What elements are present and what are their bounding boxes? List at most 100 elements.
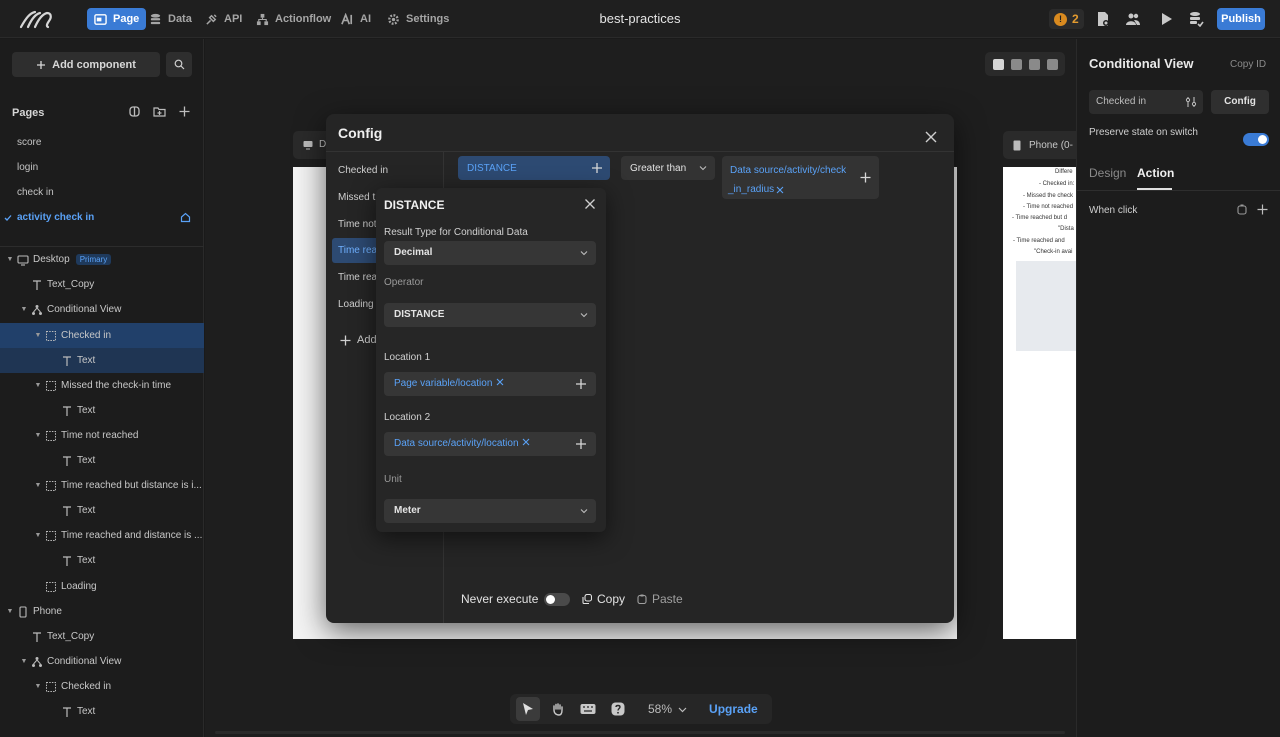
- never-execute-toggle[interactable]: [544, 592, 571, 606]
- close-icon[interactable]: [924, 130, 938, 144]
- tree-node-desktop[interactable]: ▼ Desktop Primary: [0, 247, 204, 272]
- page-item-check-in[interactable]: check in: [17, 187, 54, 198]
- tree-node-conditional-view[interactable]: ▼ Conditional View: [0, 649, 204, 674]
- tab-action[interactable]: Action: [1137, 166, 1174, 180]
- home-icon[interactable]: [180, 212, 191, 223]
- device-switcher[interactable]: [985, 52, 1065, 76]
- page-settings-icon[interactable]: [1095, 11, 1111, 27]
- plus-icon[interactable]: [575, 438, 587, 450]
- tree-node-text[interactable]: Text: [0, 699, 204, 724]
- desktop-view-icon[interactable]: [1010, 58, 1022, 70]
- caret-down-icon[interactable]: ▼: [20, 658, 28, 665]
- add-component-button[interactable]: Add component: [12, 52, 160, 77]
- tree-node-text-copy[interactable]: Text_Copy: [0, 624, 204, 649]
- upgrade-button[interactable]: Upgrade: [709, 702, 758, 716]
- tree-node-checked-in[interactable]: ▼ Checked in: [0, 674, 204, 699]
- copy-button[interactable]: Copy: [582, 592, 625, 606]
- keyboard-shortcuts[interactable]: [576, 697, 600, 721]
- plus-icon[interactable]: [860, 172, 871, 183]
- tree-node-text[interactable]: Text: [0, 548, 204, 573]
- tree-node-conditional-view[interactable]: ▼ Conditional View: [0, 297, 204, 322]
- publish-button[interactable]: Publish: [1217, 8, 1265, 30]
- tree-node-missed[interactable]: ▼ Missed the check-in time: [0, 373, 204, 398]
- add-condition-button[interactable]: Add: [340, 334, 377, 346]
- unit-select[interactable]: Meter: [384, 499, 596, 523]
- tree-node-phone[interactable]: ▼ Phone: [0, 599, 204, 624]
- warning-badge[interactable]: ! 2: [1049, 9, 1084, 29]
- caret-down-icon[interactable]: ▼: [34, 432, 42, 439]
- caret-down-icon[interactable]: ▼: [34, 382, 42, 389]
- nav-ai[interactable]: AI: [334, 8, 378, 30]
- page-layout-icon[interactable]: [128, 105, 141, 118]
- phone-frame-label[interactable]: Phone (0-: [1003, 131, 1083, 159]
- phone-frame[interactable]: Differe - Checked in: - Missed the check…: [1003, 167, 1076, 639]
- text-icon: [63, 405, 71, 416]
- location1-field[interactable]: Page variable/location: [384, 372, 596, 396]
- zoom-control[interactable]: 58%: [648, 702, 687, 716]
- help-button[interactable]: [606, 697, 630, 721]
- add-folder-icon[interactable]: [153, 105, 166, 118]
- caret-down-icon[interactable]: ▼: [34, 683, 42, 690]
- close-icon[interactable]: [584, 198, 596, 210]
- tree-node-text[interactable]: Text: [0, 398, 204, 423]
- page-item-login[interactable]: login: [17, 162, 38, 173]
- caret-down-icon[interactable]: ▼: [20, 306, 28, 313]
- tree-label: Text: [77, 555, 96, 566]
- state-select[interactable]: Checked in: [1089, 90, 1203, 114]
- nav-page[interactable]: Page: [87, 8, 147, 30]
- tree-node-time-reached-and[interactable]: ▼ Time reached and distance is ...: [0, 523, 204, 548]
- phone-view-icon[interactable]: [1046, 58, 1058, 70]
- remove-icon[interactable]: [496, 378, 504, 386]
- right-operand-pill[interactable]: Data source/activity/check _in_radius: [722, 156, 879, 199]
- tree-node-time-not-reached[interactable]: ▼ Time not reached: [0, 423, 204, 448]
- tree-node-text[interactable]: Text: [0, 448, 204, 473]
- page-item-score[interactable]: score: [17, 137, 41, 148]
- tree-label: Text_Copy: [47, 631, 95, 642]
- remove-icon[interactable]: [776, 186, 784, 194]
- location2-field[interactable]: Data source/activity/location: [384, 432, 596, 456]
- caret-down-icon[interactable]: ▼: [6, 608, 14, 615]
- nav-settings[interactable]: Settings: [380, 8, 456, 30]
- paste-icon[interactable]: [1237, 204, 1248, 215]
- remove-icon[interactable]: [522, 438, 530, 446]
- caret-down-icon[interactable]: ▼: [34, 482, 42, 489]
- operator-select[interactable]: DISTANCE: [384, 303, 596, 327]
- nav-data[interactable]: Data: [142, 8, 199, 30]
- caret-down-icon[interactable]: ▼: [34, 332, 42, 339]
- play-icon[interactable]: [1158, 11, 1174, 27]
- page-item-activity-check-in[interactable]: activity check in: [17, 212, 94, 223]
- tree-node-text[interactable]: Text: [0, 498, 204, 523]
- comparator-select[interactable]: Greater than: [621, 156, 715, 180]
- result-type-select[interactable]: Decimal: [384, 241, 596, 265]
- caret-down-icon[interactable]: ▼: [34, 532, 42, 539]
- tree-node-text-copy[interactable]: Text_Copy: [0, 272, 204, 297]
- nav-actionflow[interactable]: Actionflow: [249, 8, 338, 30]
- pan-tool[interactable]: [546, 697, 570, 721]
- caret-down-icon[interactable]: ▼: [6, 256, 14, 263]
- plus-icon[interactable]: [591, 162, 603, 174]
- all-devices-icon[interactable]: [992, 58, 1004, 70]
- add-page-icon[interactable]: [178, 105, 191, 118]
- tab-design[interactable]: Design: [1089, 166, 1126, 180]
- tree-node-text[interactable]: Text: [0, 348, 204, 373]
- tree-node-checked-in[interactable]: ▼ Checked in: [0, 323, 204, 348]
- preserve-state-toggle[interactable]: [1243, 133, 1269, 146]
- plus-icon[interactable]: [575, 378, 587, 390]
- horizontal-scrollbar[interactable]: [215, 731, 1065, 734]
- condition-item[interactable]: Checked in: [332, 158, 438, 183]
- tablet-view-icon[interactable]: [1028, 58, 1040, 70]
- copy-id-button[interactable]: Copy ID: [1230, 59, 1266, 70]
- add-condition-label: Add: [357, 334, 377, 346]
- config-button[interactable]: Config: [1211, 90, 1269, 114]
- paste-button[interactable]: Paste: [637, 592, 683, 606]
- left-operand-pill[interactable]: DISTANCE: [458, 156, 610, 180]
- logo-icon[interactable]: [18, 8, 58, 30]
- plus-icon[interactable]: [1257, 204, 1268, 215]
- users-icon[interactable]: [1125, 11, 1141, 27]
- nav-api[interactable]: API: [198, 8, 249, 30]
- tree-node-loading[interactable]: Loading: [0, 574, 204, 599]
- database-check-icon[interactable]: [1188, 11, 1204, 27]
- select-tool[interactable]: [516, 697, 540, 721]
- search-button[interactable]: [166, 52, 192, 77]
- tree-node-time-reached-but[interactable]: ▼ Time reached but distance is i...: [0, 473, 204, 498]
